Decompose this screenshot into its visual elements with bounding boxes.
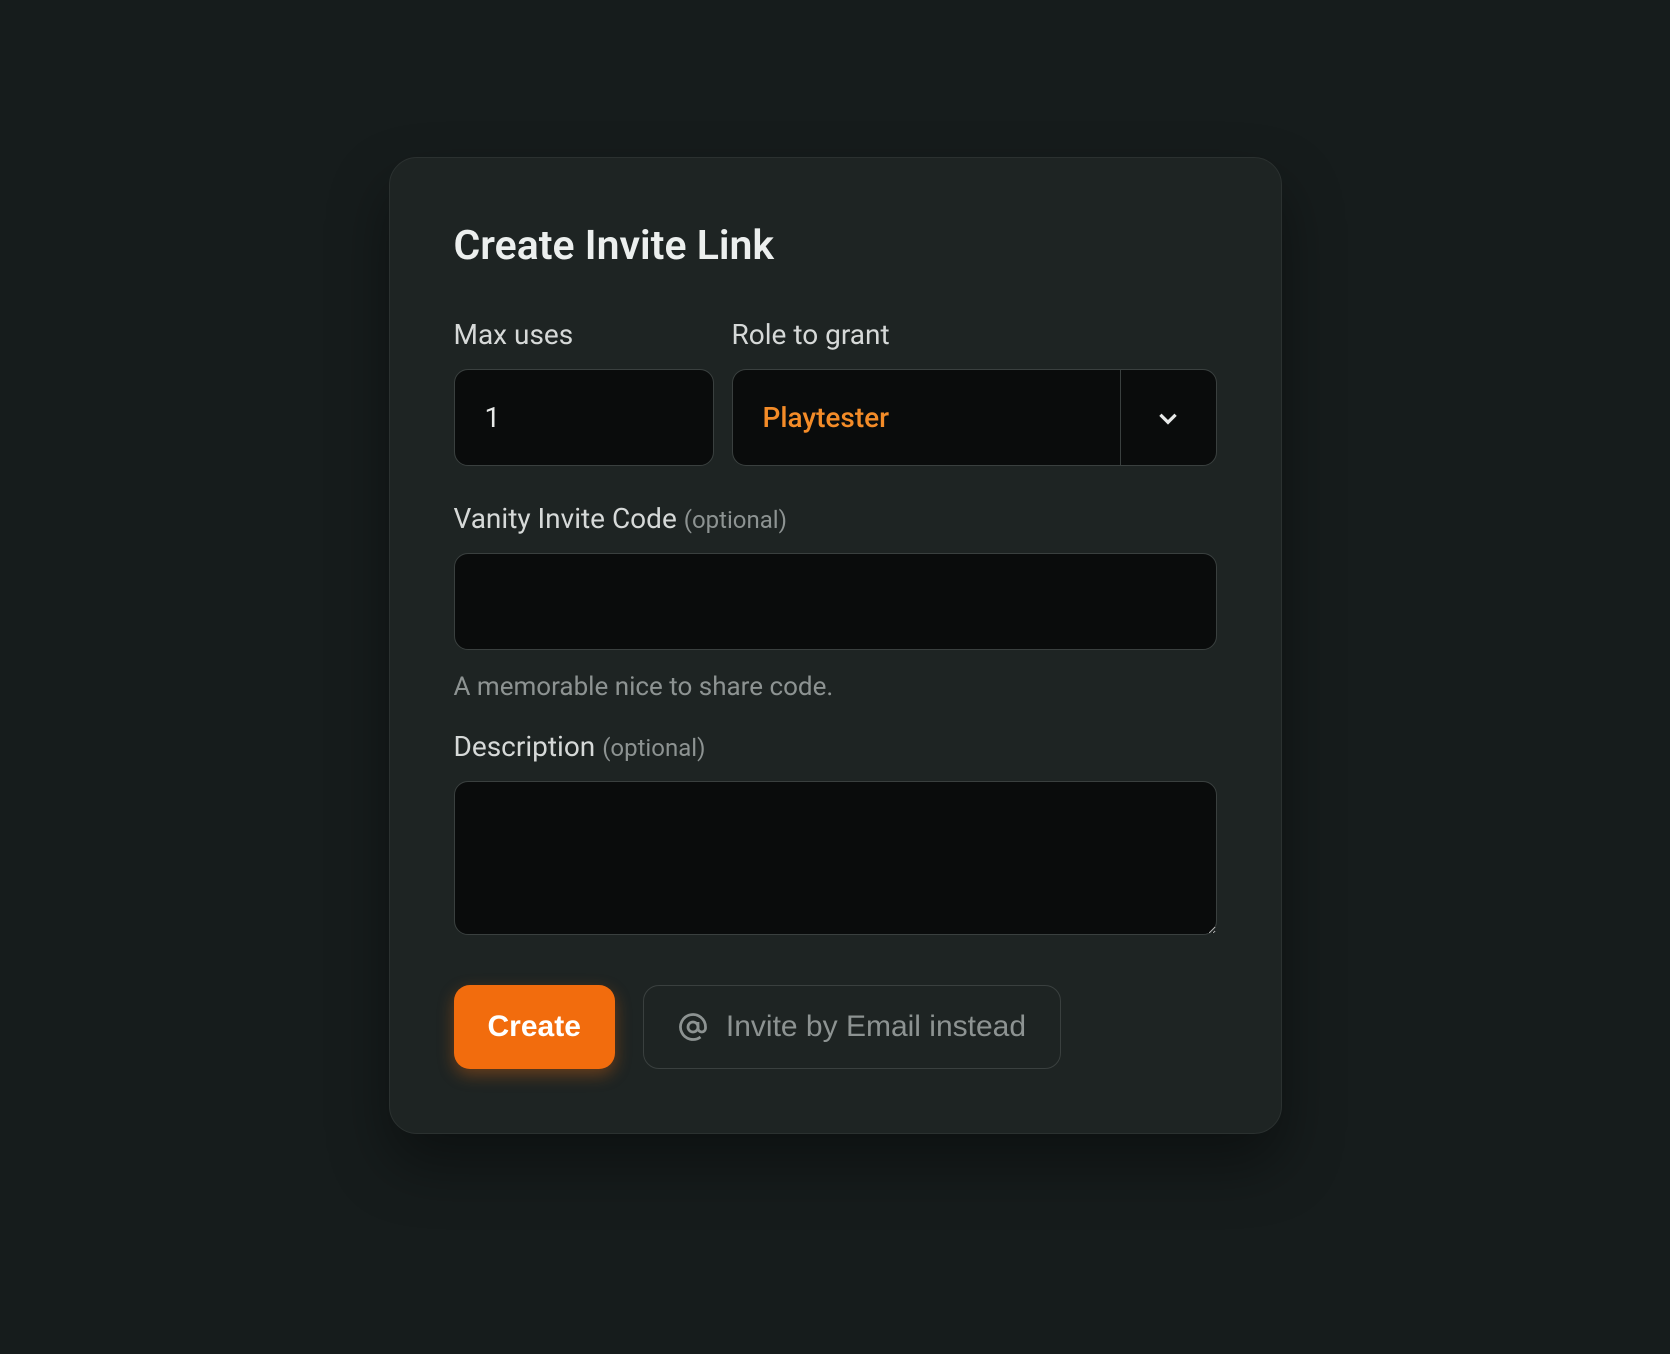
max-uses-label: Max uses [454, 318, 714, 351]
vanity-label: Vanity Invite Code (optional) [454, 502, 1217, 535]
role-select[interactable]: Playtester [732, 369, 1217, 466]
actions-row: Create Invite by Email instead [454, 985, 1217, 1069]
invite-by-email-label: Invite by Email instead [726, 1010, 1026, 1044]
field-role: Role to grant Playtester [732, 318, 1217, 466]
row-maxuses-role: Max uses Role to grant Playtester [454, 318, 1217, 466]
description-textarea[interactable] [454, 781, 1217, 935]
description-optional: (optional) [602, 734, 705, 762]
chevron-down-icon [1155, 405, 1181, 431]
at-sign-icon [678, 1012, 708, 1042]
vanity-optional: (optional) [684, 506, 787, 534]
field-max-uses: Max uses [454, 318, 714, 466]
create-invite-card: Create Invite Link Max uses Role to gran… [389, 157, 1282, 1134]
vanity-code-input[interactable] [454, 553, 1217, 650]
vanity-label-text: Vanity Invite Code [454, 502, 684, 535]
max-uses-input[interactable] [454, 369, 714, 466]
field-vanity-code: Vanity Invite Code (optional) A memorabl… [454, 502, 1217, 702]
role-label: Role to grant [732, 318, 1217, 351]
card-title: Create Invite Link [454, 222, 1217, 270]
invite-by-email-button[interactable]: Invite by Email instead [643, 985, 1061, 1069]
role-dropdown-button[interactable] [1120, 369, 1217, 466]
vanity-helper-text: A memorable nice to share code. [454, 672, 1217, 702]
description-label-text: Description [454, 730, 603, 763]
create-button[interactable]: Create [454, 985, 615, 1069]
role-selected-value[interactable]: Playtester [732, 369, 1120, 466]
description-label: Description (optional) [454, 730, 1217, 763]
field-description: Description (optional) [454, 730, 1217, 939]
